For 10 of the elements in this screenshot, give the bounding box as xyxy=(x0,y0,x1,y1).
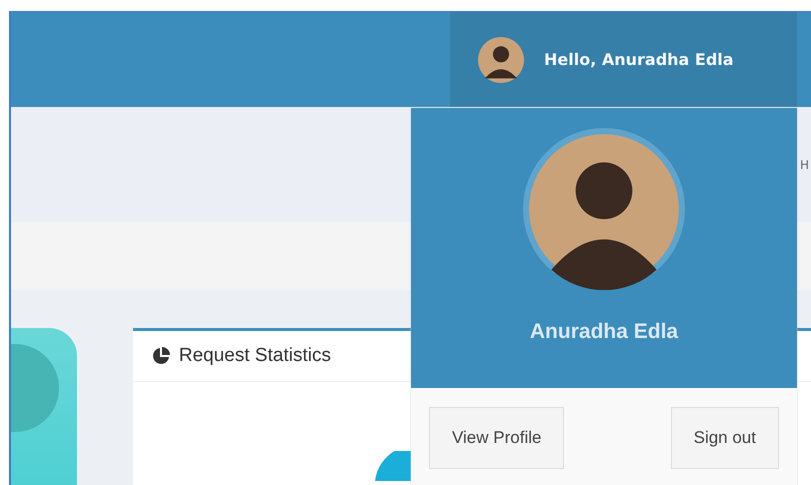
user-menu[interactable]: Hello, Anuradha Edla xyxy=(450,12,797,107)
avatar-icon xyxy=(523,128,685,290)
avatar-icon xyxy=(478,36,524,82)
user-name: Anuradha Edla xyxy=(530,320,678,344)
view-profile-button[interactable]: View Profile xyxy=(429,407,564,469)
sign-out-button[interactable]: Sign out xyxy=(670,407,779,469)
card-title: Request Statistics xyxy=(178,345,331,367)
pie-chart-icon xyxy=(150,346,171,366)
side-label: H xyxy=(800,158,810,172)
user-greeting: Hello, Anuradha Edla xyxy=(544,50,734,69)
